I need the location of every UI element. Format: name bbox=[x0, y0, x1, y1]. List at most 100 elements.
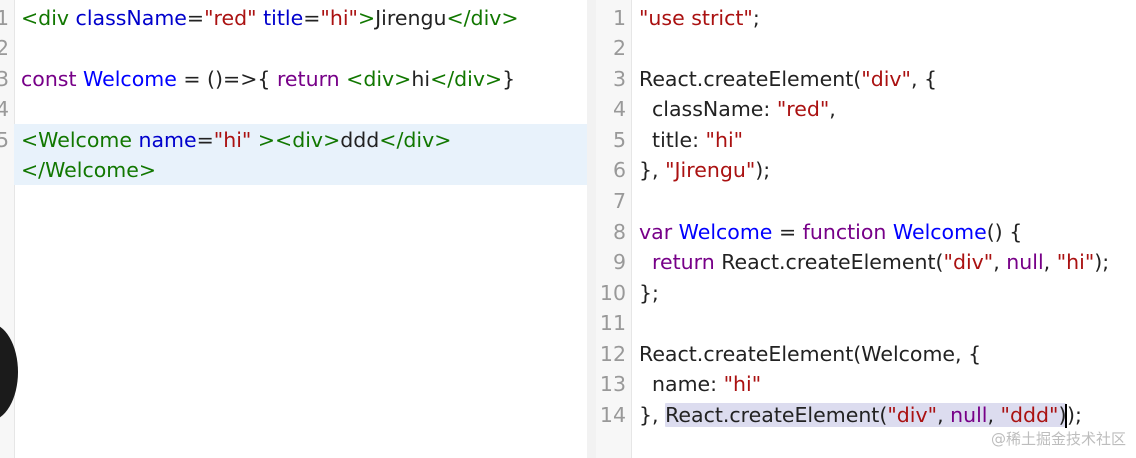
line-number: 2 bbox=[0, 36, 10, 60]
code-line[interactable]: 4 bbox=[0, 94, 587, 125]
code-line[interactable]: 6 }, "Jirengu"); bbox=[596, 155, 1136, 186]
code-token: <div bbox=[21, 6, 76, 30]
code-token: , { bbox=[910, 67, 938, 91]
pane-divider[interactable] bbox=[587, 0, 596, 458]
code-line[interactable]: 3 React.createElement("div", { bbox=[596, 64, 1136, 95]
line-number: 9 bbox=[612, 250, 626, 274]
code-line[interactable]: 3 const Welcome = ()=>{ return <div>hi</d… bbox=[0, 64, 587, 95]
code-token: "div" bbox=[943, 250, 994, 274]
code-line-text: React.createElement(Welcome, { bbox=[639, 339, 981, 370]
code-token: , bbox=[993, 250, 1007, 274]
code-token: title: bbox=[639, 128, 706, 152]
line-number: 8 bbox=[612, 220, 626, 244]
code-token: </div> bbox=[379, 128, 452, 152]
code-token: React.createElement( bbox=[639, 67, 862, 91]
code-line[interactable]: </Welcome> bbox=[0, 155, 587, 186]
code-line[interactable]: 11 bbox=[596, 308, 1136, 339]
code-token: , bbox=[829, 97, 836, 121]
code-token: React.createElement(Welcome, { bbox=[639, 342, 982, 366]
code-line[interactable]: 1 <div className="red" title="hi">Jirengu… bbox=[0, 3, 587, 34]
code-token: null bbox=[950, 403, 988, 427]
code-token: name: bbox=[639, 372, 724, 396]
code-token: ><div> bbox=[257, 128, 341, 152]
line-number: 6 bbox=[612, 158, 626, 182]
code-token: } bbox=[502, 67, 516, 91]
watermark-text: @稀土掘金技术社区 bbox=[990, 430, 1126, 448]
code-line[interactable]: 2 bbox=[596, 33, 1136, 64]
code-token: "div" bbox=[887, 403, 938, 427]
code-line[interactable]: 5 <Welcome name="hi" ><div>ddd</div> bbox=[0, 125, 587, 156]
code-token: "ddd" bbox=[1000, 403, 1059, 427]
line-number: 14 bbox=[599, 403, 626, 427]
code-token: ); bbox=[1066, 403, 1082, 427]
line-number: 7 bbox=[612, 189, 626, 213]
code-token: > bbox=[357, 6, 376, 30]
code-token: }; bbox=[639, 281, 659, 305]
code-line[interactable]: 5 title: "hi" bbox=[596, 125, 1136, 156]
code-line-text: }; bbox=[639, 278, 659, 309]
line-number: 3 bbox=[612, 67, 626, 91]
code-token: className: bbox=[639, 97, 777, 121]
code-token: ddd bbox=[340, 128, 380, 152]
code-line[interactable]: 9 return React.createElement("div", null… bbox=[596, 247, 1136, 278]
code-token: , bbox=[1043, 250, 1057, 274]
code-token: ; bbox=[752, 6, 760, 30]
code-token: var bbox=[639, 220, 679, 244]
line-number: 3 bbox=[0, 67, 10, 91]
code-token: ); bbox=[1094, 250, 1110, 274]
code-token: Jirengu bbox=[375, 6, 447, 30]
code-token: Welcome bbox=[83, 67, 177, 91]
code-token: "Jirengu" bbox=[665, 158, 756, 182]
code-line[interactable]: 8 var Welcome = function Welcome() { bbox=[596, 217, 1136, 248]
code-token: "red" bbox=[204, 6, 257, 30]
code-line[interactable]: 14}, React.createElement("div", null, "d… bbox=[596, 400, 1136, 431]
code-line-text: <div className="red" title="hi">Jirengu<… bbox=[21, 3, 519, 34]
code-token: , bbox=[987, 403, 1001, 427]
code-line-text: }, React.createElement("div", null, "ddd… bbox=[639, 400, 1082, 431]
code-line[interactable]: 2 bbox=[0, 33, 587, 64]
code-token: </Welcome> bbox=[21, 158, 157, 182]
line-number: 1 bbox=[612, 6, 626, 30]
code-line-text: "use strict"; bbox=[639, 3, 760, 34]
code-token: Welcome bbox=[678, 220, 773, 244]
code-token: }, bbox=[639, 403, 666, 427]
code-token: title bbox=[263, 6, 304, 30]
code-token: React.createElement( bbox=[721, 250, 944, 274]
code-token: "hi" bbox=[705, 128, 744, 152]
code-token: <div> bbox=[346, 67, 412, 91]
code-token: "hi" bbox=[213, 128, 252, 152]
code-line[interactable]: 13 name: "hi" bbox=[596, 369, 1136, 400]
code-line[interactable]: 4 className: "red", bbox=[596, 94, 1136, 125]
code-line[interactable]: 1 "use strict"; bbox=[596, 3, 1136, 34]
line-number: 13 bbox=[599, 372, 626, 396]
code-token: const bbox=[21, 67, 84, 91]
code-line[interactable]: 12 React.createElement(Welcome, { bbox=[596, 339, 1136, 370]
code-line[interactable]: 7 bbox=[596, 186, 1136, 217]
code-line-text: }, "Jirengu"); bbox=[639, 155, 770, 186]
line-number: 4 bbox=[0, 97, 10, 121]
line-number: 10 bbox=[599, 281, 626, 305]
line-number: 12 bbox=[599, 342, 626, 366]
code-token: Welcome bbox=[892, 220, 987, 244]
code-line-text: title: "hi" bbox=[639, 125, 743, 156]
code-token: () { bbox=[986, 220, 1023, 244]
code-token: "div" bbox=[861, 67, 911, 91]
code-line-text: <Welcome name="hi" ><div>ddd</div> bbox=[21, 125, 451, 156]
code-token: function bbox=[802, 220, 893, 244]
code-token: React.createElement( bbox=[665, 403, 888, 427]
code-token: return bbox=[276, 67, 347, 91]
code-line-text: </Welcome> bbox=[21, 155, 156, 186]
code-token: className bbox=[75, 6, 187, 30]
code-line-text: return React.createElement("div", null, … bbox=[639, 247, 1109, 278]
code-token: , bbox=[937, 403, 951, 427]
code-line-text: const Welcome = ()=>{ return <div>hi</di… bbox=[21, 64, 515, 95]
code-token: "use strict" bbox=[639, 6, 753, 30]
line-number: 11 bbox=[599, 311, 626, 335]
code-line[interactable]: 10}; bbox=[596, 278, 1136, 309]
code-token: hi bbox=[411, 67, 431, 91]
code-token: "hi" bbox=[723, 372, 762, 396]
code-token: "red" bbox=[776, 97, 830, 121]
jsx-editor-pane[interactable]: 1 <div className="red" title="hi">Jirengu… bbox=[0, 0, 587, 458]
code-line-text: className: "red", bbox=[639, 94, 836, 125]
video-player-control-overlay[interactable] bbox=[0, 323, 18, 421]
